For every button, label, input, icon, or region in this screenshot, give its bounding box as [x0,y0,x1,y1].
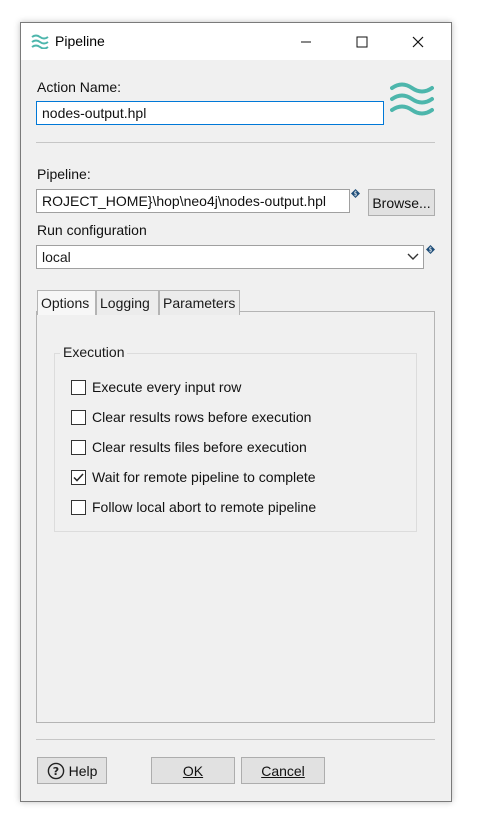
svg-text:$: $ [354,191,358,198]
run-configuration-label: Run configuration [37,222,147,238]
minimize-icon [301,41,311,42]
help-button-label: Help [68,762,98,779]
maximize-button[interactable] [339,23,385,60]
clear-results-rows-option[interactable]: Clear results rows before execution [71,407,311,427]
run-configuration-value: local [42,249,71,265]
help-button[interactable]: ? Help [37,757,107,784]
checkbox[interactable] [71,379,86,395]
clear-results-files-option[interactable]: Clear results files before execution [71,437,307,457]
checkbox-label: Clear results rows before execution [92,409,312,425]
checkbox[interactable] [71,409,86,425]
svg-text:$: $ [429,247,433,254]
variable-icon: $ [426,245,435,254]
checkbox-label: Follow local abort to remote pipeline [92,499,317,515]
separator [36,142,435,143]
window-title: Pipeline [55,33,105,49]
checkbox-label: Wait for remote pipeline to complete [92,469,316,485]
separator [36,739,435,740]
tab-options[interactable]: Options [37,290,96,315]
checkbox[interactable] [71,499,86,515]
cancel-button[interactable]: Cancel [241,757,325,784]
checkbox-label: Clear results files before execution [92,439,307,455]
browse-button[interactable]: Browse... [368,189,435,216]
minimize-button[interactable] [283,23,329,60]
checkmark-icon [73,472,84,482]
close-icon [412,36,424,47]
maximize-icon [356,36,368,47]
run-configuration-select[interactable]: local [36,245,424,269]
chevron-down-icon [407,253,419,260]
action-name-label: Action Name: [37,79,122,95]
execute-every-input-row-option[interactable]: Execute every input row [71,377,241,397]
pipeline-dialog: Pipeline Action Name: nodes-output.hpl P… [20,22,452,802]
checkbox-label: Execute every input row [92,379,242,395]
pipeline-label: Pipeline: [37,166,91,182]
hop-logo-icon [390,82,434,116]
checkbox[interactable] [71,469,86,485]
pipeline-path-input[interactable]: ROJECT_HOME}\hop\neo4j\nodes-output.hpl [36,189,350,213]
title-bar[interactable]: Pipeline [21,23,451,60]
close-button[interactable] [395,23,441,60]
svg-text:?: ? [52,765,58,778]
action-name-input[interactable]: nodes-output.hpl [36,101,384,125]
ok-button[interactable]: OK [151,757,235,784]
checkbox[interactable] [71,439,86,455]
variable-icon: $ [351,189,360,198]
wait-for-remote-pipeline-option[interactable]: Wait for remote pipeline to complete [71,467,316,487]
help-icon: ? [47,762,64,779]
tab-parameters[interactable]: Parameters [159,290,240,315]
follow-local-abort-option[interactable]: Follow local abort to remote pipeline [71,497,316,517]
tab-logging[interactable]: Logging [96,290,159,315]
execution-group-title: Execution [60,344,128,360]
hop-waves-icon [31,34,49,49]
